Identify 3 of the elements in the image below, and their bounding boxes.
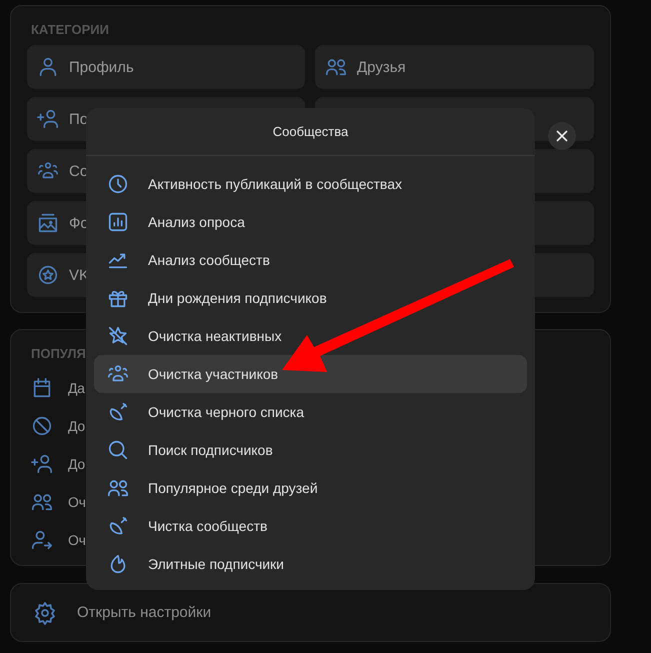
- section-heading: ПОПУЛЯ: [31, 347, 87, 361]
- dialog-title: Сообщества: [86, 108, 535, 156]
- section-heading: КАТЕГОРИИ: [31, 23, 110, 37]
